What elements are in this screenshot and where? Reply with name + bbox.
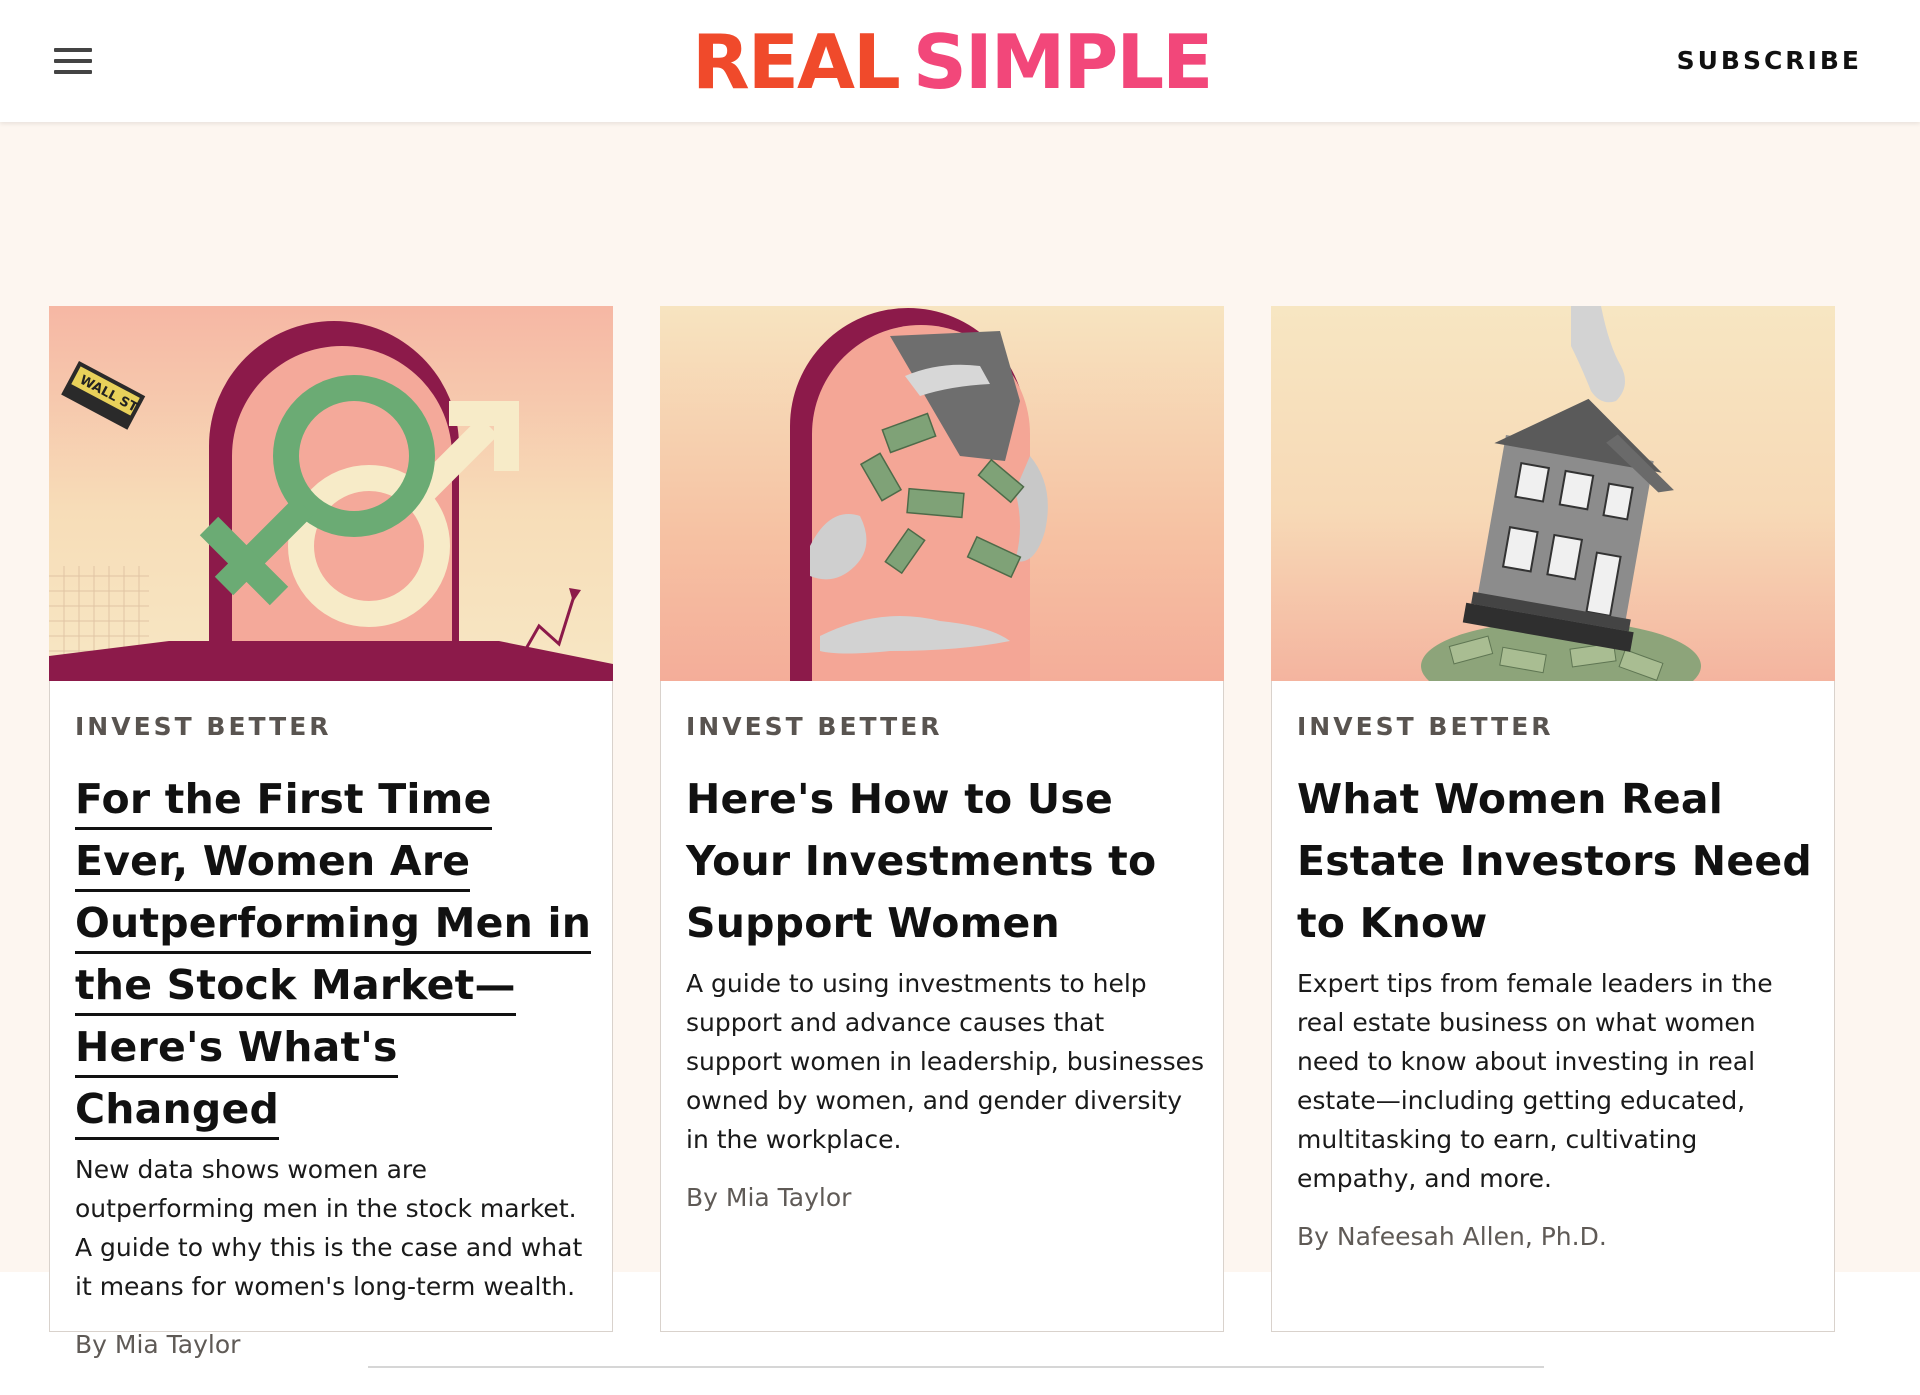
site-header: REAL SIMPLE SUBSCRIBE [0, 0, 1920, 122]
article-category[interactable]: INVEST BETTER [75, 712, 595, 742]
article-byline: By Nafeesah Allen, Ph.D. [1297, 1222, 1607, 1251]
article-card[interactable]: INVEST BETTER Here's How to Use Your Inv… [660, 306, 1224, 1332]
article-category[interactable]: INVEST BETTER [686, 712, 1206, 742]
article-description: New data shows women are outperforming m… [75, 1155, 583, 1301]
article-title[interactable]: What Women Real Estate Investors Need to… [1297, 768, 1817, 954]
article-byline: By Mia Taylor [75, 1330, 241, 1359]
logo-simple: SIMPLE [912, 17, 1214, 106]
article-description: A guide to using investments to help sup… [686, 969, 1205, 1154]
article-card-body: INVEST BETTER What Women Real Estate Inv… [1297, 712, 1817, 1251]
article-category[interactable]: INVEST BETTER [1297, 712, 1817, 742]
article-title[interactable]: Here's How to Use Your Investments to Su… [686, 768, 1206, 954]
article-title[interactable]: For the First Time Ever, Women Are Outpe… [75, 768, 595, 1140]
article-card[interactable]: WALL ST INVEST BETTER For the First Time… [49, 306, 613, 1359]
article-title-text[interactable]: For the First Time Ever, Women Are Outpe… [75, 775, 592, 1140]
article-image-gender-symbols: WALL ST [49, 306, 613, 681]
menu-line [54, 48, 92, 52]
article-list-section: WALL ST INVEST BETTER For the First Time… [0, 122, 1920, 1359]
article-description: Expert tips from female leaders in the r… [1297, 969, 1773, 1193]
logo-real: REAL [692, 17, 901, 106]
article-card-body: INVEST BETTER For the First Time Ever, W… [75, 712, 595, 1359]
article-byline: By Mia Taylor [686, 1183, 852, 1212]
article-card[interactable]: INVEST BETTER What Women Real Estate Inv… [1271, 306, 1835, 1332]
hamburger-menu-icon[interactable] [54, 48, 92, 74]
subscribe-link[interactable]: SUBSCRIBE [1677, 46, 1862, 75]
article-image-hands-money [660, 306, 1224, 681]
article-card-body: INVEST BETTER Here's How to Use Your Inv… [686, 712, 1206, 1212]
menu-line [54, 70, 92, 74]
menu-line [54, 59, 92, 63]
section-divider [368, 1366, 1544, 1368]
article-image-house-on-money [1271, 306, 1835, 681]
site-logo[interactable]: REAL SIMPLE [692, 17, 1214, 106]
